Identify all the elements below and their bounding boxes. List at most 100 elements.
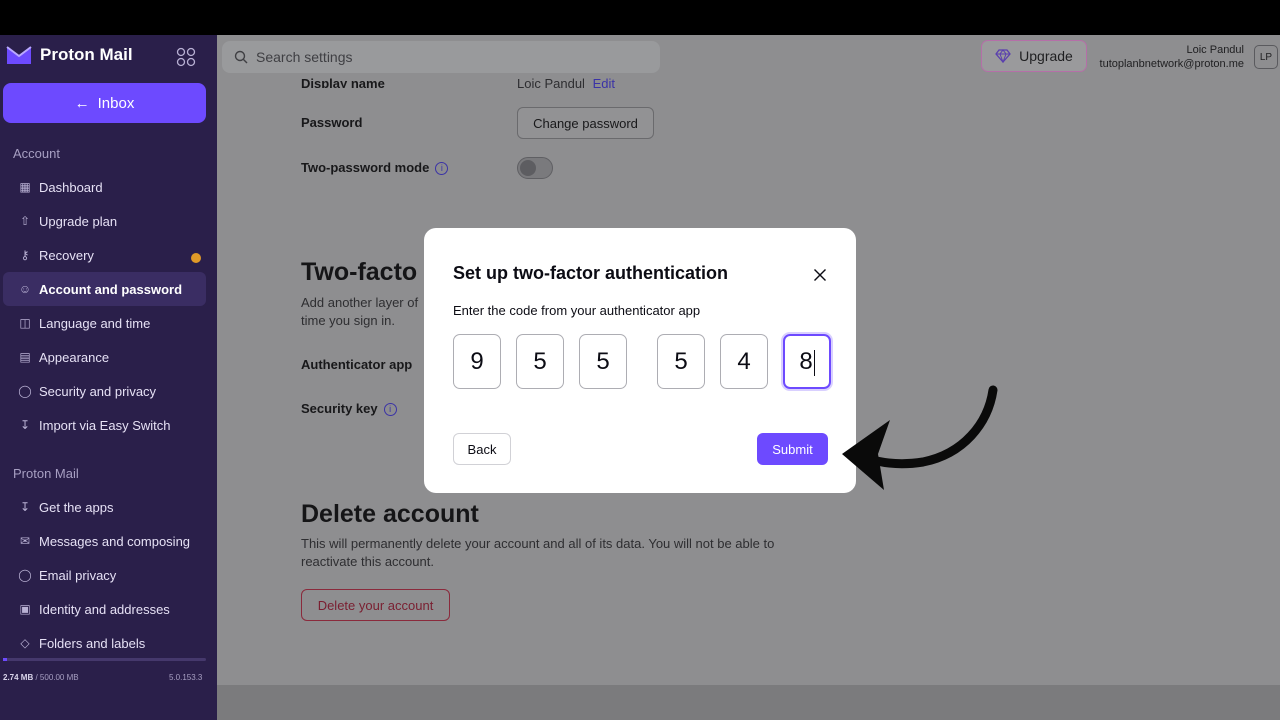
mail-section-title: Proton Mail [13,466,79,481]
two-password-mode-toggle[interactable] [517,157,553,179]
mail-nav: ↧ Get the apps ✉ Messages and composing ◯ E… [0,490,217,660]
envelope-icon: ✉ [19,534,31,548]
delete-desc-line-2: reactivate this account. [301,554,434,569]
download-icon: ↧ [19,500,31,514]
sidebar: Proton Mail ← Inbox Account ▦ Dashboard ⇧… [0,35,217,720]
two-factor-description: Add another layer of time you sign in. [301,294,418,330]
upgrade-icon: ⇧ [19,214,31,228]
password-label: Password [301,115,363,130]
sidebar-item-security-and-privacy[interactable]: ◯ Security and privacy [3,374,206,408]
apps-grid-icon[interactable] [176,47,196,67]
sidebar-item-label: Identity and addresses [39,601,170,617]
shield-icon: ◯ [18,384,32,398]
sidebar-item-dashboard[interactable]: ▦ Dashboard [3,170,206,204]
account-section-title: Account [13,146,60,161]
authenticator-app-label: Authenticator app [301,357,413,372]
display-name-row: Loic Pandul Edit [517,76,615,88]
sidebar-item-import-easy-switch[interactable]: ↧ Import via Easy Switch [3,408,206,442]
code-digit-2[interactable]: 5 [516,334,564,389]
delete-account-description: This will permanently delete your accoun… [301,535,861,571]
submit-button[interactable]: Submit [757,433,828,465]
display-name-label: Display name [301,76,385,88]
two-password-mode-row: Two-password mode i [301,160,449,176]
sidebar-item-label: Folders and labels [39,635,146,651]
code-digit-5[interactable]: 4 [720,334,768,389]
delete-account-button[interactable]: Delete your account [301,589,450,621]
security-key-label: Security key [301,401,378,416]
storage-fill [3,658,8,661]
paint-roller-icon: ▤ [19,350,31,364]
text-caret [813,349,815,376]
back-button[interactable]: Back [453,433,511,465]
two-factor-desc-line-1: Add another layer of [301,295,419,310]
dashboard-icon: ▦ [19,180,31,194]
sidebar-item-account-and-password[interactable]: ☺ Account and password [3,272,206,306]
sidebar-item-identity-and-addresses[interactable]: ▣ Identity and addresses [3,592,206,626]
storage-total: / 500.00 MB [35,673,79,682]
user-icon: ☺ [18,282,32,296]
id-card-icon: ▣ [19,602,31,616]
info-icon[interactable]: i [435,162,449,176]
proton-logo-icon [6,46,32,64]
upgrade-label: Upgrade [1019,48,1073,64]
sidebar-item-label: Messages and composing [39,533,191,549]
toggle-knob [520,160,536,176]
search-input[interactable] [256,49,636,65]
two-factor-heading: Two-facto [301,258,418,286]
back-to-inbox-button[interactable]: ← Inbox [3,83,206,123]
search-icon [234,50,248,64]
code-digit-6[interactable]: 8 [783,334,831,389]
sidebar-item-label: Recovery [39,247,94,263]
sidebar-item-label: Upgrade plan [39,213,118,229]
user-menu[interactable]: Loic Pandul tutoplanbnetwork@proton.me [1100,43,1244,71]
sidebar-item-language-and-time[interactable]: ◫ Language and time [3,306,206,340]
sidebar-item-label: Dashboard [39,179,103,195]
sidebar-item-label: Appearance [39,349,110,365]
bottom-strip [217,685,1280,720]
storage-bar [3,658,206,661]
top-black-bar [0,0,1280,35]
info-icon[interactable]: i [383,403,397,417]
user-name: Loic Pandul [1186,44,1245,56]
sidebar-item-appearance[interactable]: ▤ Appearance [3,340,206,374]
key-icon: ⚷ [20,248,30,262]
storage-text: 2.74 MB / 500.00 MB [3,673,79,682]
close-button[interactable] [808,263,832,287]
import-icon: ↧ [19,418,31,432]
code-digit-1[interactable]: 9 [453,334,501,389]
edit-display-name-link[interactable]: Edit [593,76,615,88]
user-email: tutoplanbnetwork@proton.me [1099,58,1244,70]
sidebar-item-recovery[interactable]: ⚷ Recovery [3,238,206,272]
sidebar-item-folders-and-labels[interactable]: ◇ Folders and labels [3,626,206,660]
sidebar-item-label: Email privacy [39,567,117,583]
sidebar-item-label: Import via Easy Switch [39,417,171,433]
diamond-icon [995,49,1011,63]
display-name-value: Loic Pandul [517,76,585,88]
avatar[interactable]: LP [1254,45,1278,69]
brand-name: Proton Mail [40,45,133,64]
upgrade-button[interactable]: Upgrade [981,40,1087,72]
sidebar-item-messages-and-composing[interactable]: ✉ Messages and composing [3,524,206,558]
sidebar-item-get-the-apps[interactable]: ↧ Get the apps [3,490,206,524]
modal-subtitle: Enter the code from your authenticator a… [453,303,701,318]
delete-account-heading: Delete account [301,500,479,528]
modal-title: Set up two-factor authentication [453,263,729,283]
code-digit-4[interactable]: 5 [657,334,705,389]
tag-icon: ◇ [20,636,30,650]
change-password-button[interactable]: Change password [517,107,654,139]
sidebar-item-upgrade-plan[interactable]: ⇧ Upgrade plan [3,204,206,238]
code-digit-3[interactable]: 5 [579,334,627,389]
annotation-arrow-icon [842,385,998,490]
search-bar[interactable] [222,41,660,73]
two-password-mode-label: Two-password mode [301,160,430,175]
inbox-label: Inbox [97,94,135,112]
sidebar-item-label: Get the apps [39,499,114,515]
two-factor-desc-line-2: time you sign in. [301,313,395,328]
security-key-row: Security key i [301,401,397,417]
brand-logo[interactable]: Proton Mail [6,45,133,65]
arrow-left-icon: ← [74,94,90,112]
account-nav: ▦ Dashboard ⇧ Upgrade plan ⚷ Recovery ☺ Acco… [0,170,217,442]
two-factor-modal: Set up two-factor authentication Enter t… [424,228,856,493]
sidebar-item-email-privacy[interactable]: ◯ Email privacy [3,558,206,592]
shield-icon: ◯ [18,568,32,582]
